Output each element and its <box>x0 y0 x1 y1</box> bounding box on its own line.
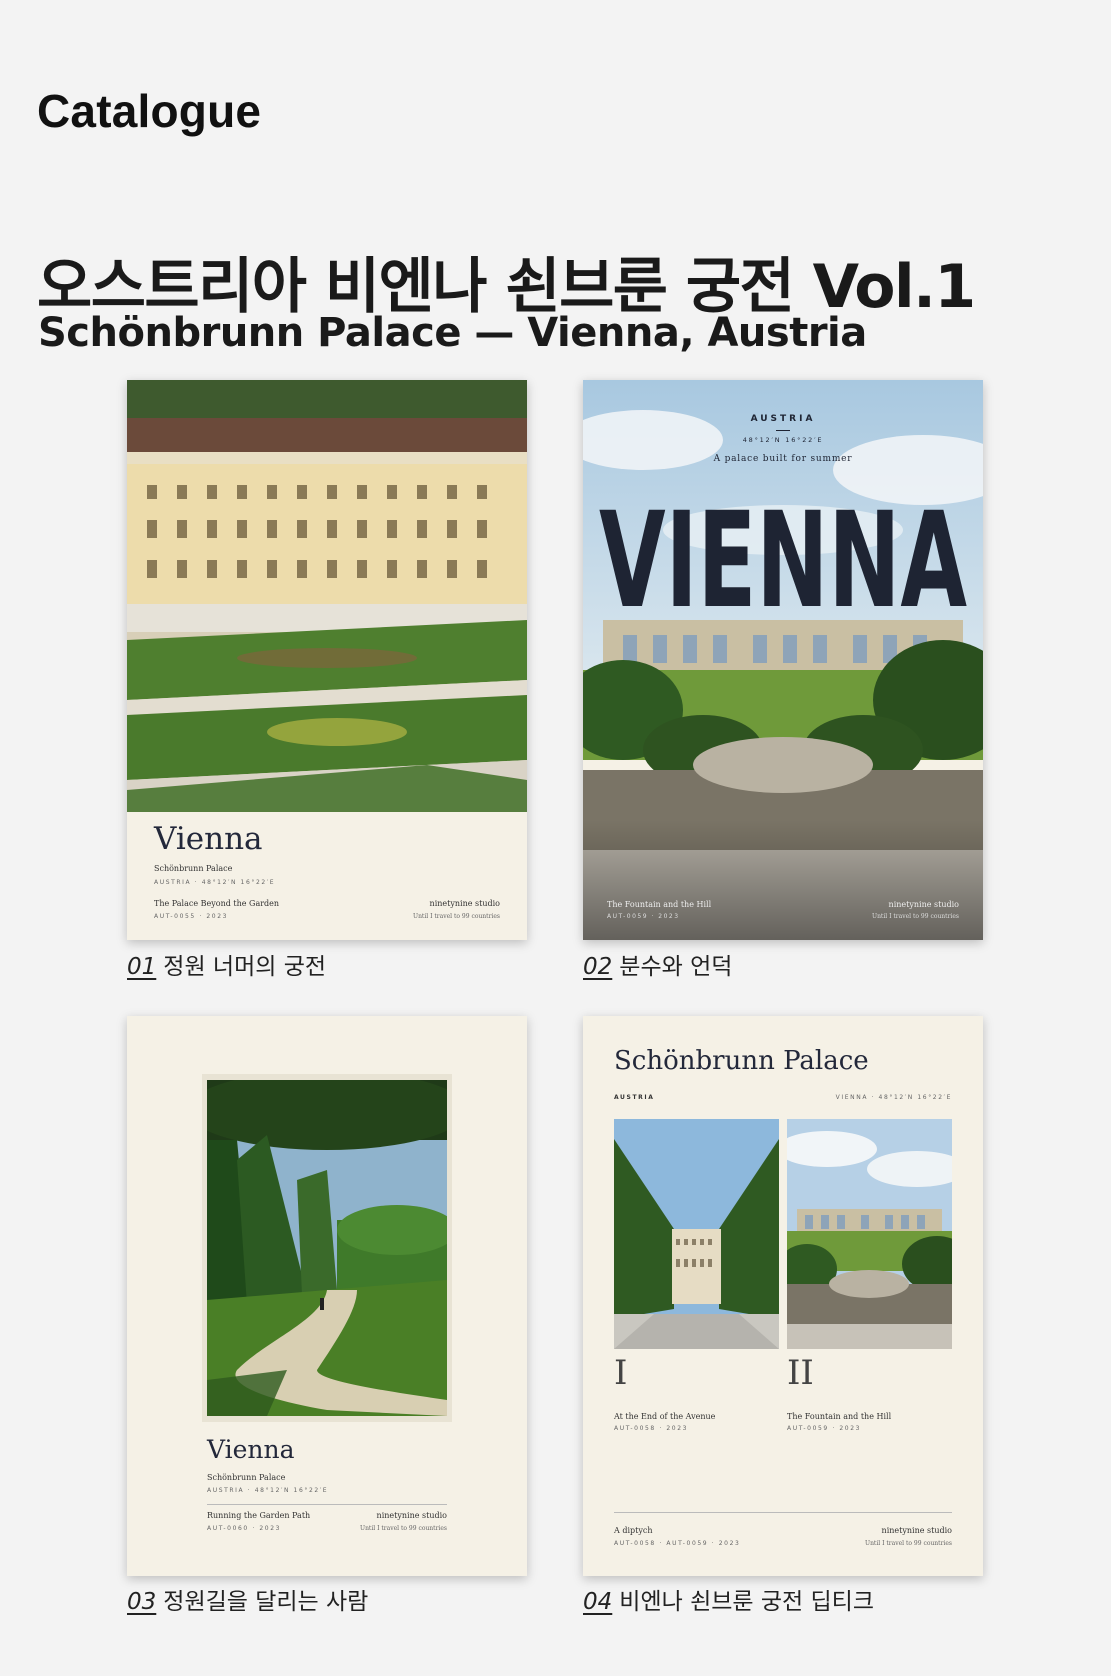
poster-work-title: The Palace Beyond the Garden <box>154 899 280 908</box>
page-header-label: Catalogue <box>37 85 262 137</box>
poster-code: AUT-0060 · 2023 <box>207 1525 282 1532</box>
card-caption-text: 정원 너머의 궁전 <box>163 954 327 980</box>
diptych-numeral-1: I <box>614 1353 628 1393</box>
poster-title: Vienna <box>207 1435 295 1464</box>
card-number: 03 <box>127 1589 157 1615</box>
poster-until: Until I travel to 99 countries <box>872 913 959 920</box>
card-caption-01[interactable]: 01 정원 너머의 궁전 <box>127 947 326 981</box>
collection-title-english: Schönbrunn Palace — Vienna, Austria <box>38 310 867 356</box>
poster-card-01[interactable]: Vienna Schönbrunn Palace AUSTRIA · 48°12… <box>127 380 527 940</box>
poster-meta: AUSTRIA · 48°12′N 16°22′E <box>207 1487 329 1494</box>
diptych-code-1: AUT-0058 · 2023 <box>614 1425 689 1432</box>
svg-text:VIENNA: VIENNA <box>599 484 967 638</box>
poster-divider <box>614 1512 952 1513</box>
poster-title: Vienna <box>154 821 263 857</box>
poster-meta: AUSTRIA · 48°12′N 16°22′E <box>154 879 276 886</box>
poster-subtitle: Schönbrunn Palace <box>207 1473 286 1482</box>
poster-studio: ninetynine studio <box>881 1526 952 1535</box>
poster-studio: ninetynine studio <box>888 900 959 909</box>
card-caption-text: 비엔나 쇤브룬 궁전 딥티크 <box>619 1589 874 1615</box>
card-number: 04 <box>583 1589 613 1615</box>
card-caption-03[interactable]: 03 정원길을 달리는 사람 <box>127 1582 368 1616</box>
diptych-numeral-2: II <box>787 1353 814 1393</box>
card-number: 01 <box>127 954 157 980</box>
poster-code: AUT-0059 · 2023 <box>607 913 680 920</box>
card-caption-text: 분수와 언덕 <box>619 954 733 980</box>
diptych-code-2: AUT-0059 · 2023 <box>787 1425 862 1432</box>
poster-card-03[interactable]: Vienna Schönbrunn Palace AUSTRIA · 48°12… <box>127 1016 527 1576</box>
poster-studio: ninetynine studio <box>376 1511 447 1520</box>
diptych-work-title-2: The Fountain and the Hill <box>787 1412 892 1421</box>
card-caption-02[interactable]: 02 분수와 언덕 <box>583 947 732 981</box>
poster-big-title: VIENNA <box>599 484 967 638</box>
poster-subtitle: Schönbrunn Palace <box>154 864 233 873</box>
card-number: 02 <box>583 954 613 980</box>
poster-work-title: Running the Garden Path <box>207 1511 311 1520</box>
poster-card-02[interactable]: AUSTRIA 48°12′N 16°22′E A palace built f… <box>583 380 983 940</box>
poster-studio: ninetynine studio <box>429 899 500 908</box>
poster-card-04[interactable]: Schönbrunn Palace AUSTRIA VIENNA · 48°12… <box>583 1016 983 1576</box>
poster-title: Schönbrunn Palace <box>614 1046 869 1076</box>
poster-until: Until I travel to 99 countries <box>413 913 500 920</box>
diptych-work-title-1: At the End of the Avenue <box>614 1412 716 1421</box>
poster-coords: VIENNA · 48°12′N 16°22′E <box>835 1094 952 1101</box>
poster-divider <box>207 1504 447 1505</box>
card-caption-04[interactable]: 04 비엔나 쇤브룬 궁전 딥티크 <box>583 1582 874 1616</box>
garden-path-photo <box>207 1080 447 1416</box>
poster-work-title: The Fountain and the Hill <box>607 900 712 909</box>
palace-garden-photo <box>127 380 527 812</box>
diptych-codes: AUT-0058 · AUT-0059 · 2023 <box>614 1540 741 1547</box>
diptych-label: A diptych <box>614 1526 653 1535</box>
card-caption-text: 정원길을 달리는 사람 <box>163 1589 369 1615</box>
avenue-photo <box>614 1119 779 1349</box>
poster-code: AUT-0055 · 2023 <box>154 913 229 920</box>
poster-until: Until I travel to 99 countries <box>360 1525 447 1532</box>
gloriette-photo <box>787 1119 952 1349</box>
poster-country: AUSTRIA <box>614 1094 655 1101</box>
poster-until: Until I travel to 99 countries <box>865 1540 952 1547</box>
